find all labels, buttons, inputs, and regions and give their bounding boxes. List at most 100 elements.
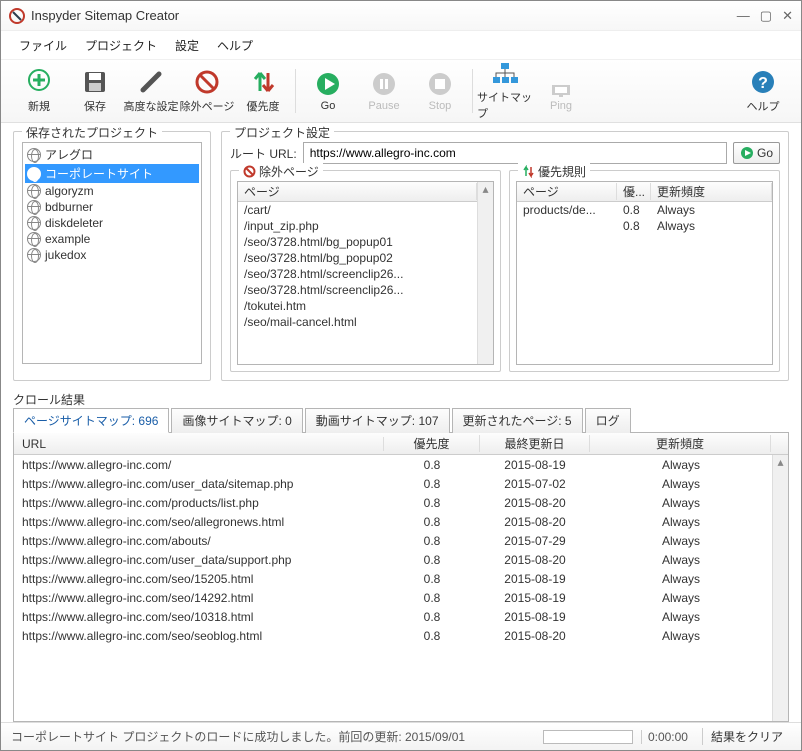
- prio-header-freq[interactable]: 更新頻度: [651, 183, 772, 200]
- table-row[interactable]: https://www.allegro-inc.com/user_data/si…: [14, 474, 772, 493]
- table-row[interactable]: https://www.allegro-inc.com/seo/15205.ht…: [14, 569, 772, 588]
- crawl-tab[interactable]: 更新されたページ: 5: [452, 408, 583, 433]
- app-icon: [9, 8, 25, 24]
- status-message: コーポレートサイト プロジェクトのロードに成功しました。前回の更新: 2015/…: [11, 728, 535, 745]
- new-icon: [25, 68, 53, 96]
- prio-row[interactable]: 0.8Always: [517, 218, 772, 234]
- excl-row[interactable]: /seo/3728.html/screenclip26...: [238, 282, 477, 298]
- table-row[interactable]: https://www.allegro-inc.com/seo/allegron…: [14, 512, 772, 531]
- excl-row[interactable]: /seo/3728.html/screenclip26...: [238, 266, 477, 282]
- crawl-tab[interactable]: ログ: [585, 408, 631, 433]
- priority-small-icon: [522, 165, 535, 178]
- menu-project[interactable]: プロジェクト: [77, 35, 165, 56]
- th-url[interactable]: URL: [14, 437, 384, 451]
- project-tree-item[interactable]: コーポレートサイト: [25, 164, 199, 183]
- table-row[interactable]: https://www.allegro-inc.com/products/lis…: [14, 493, 772, 512]
- excl-row[interactable]: /seo/3728.html/bg_popup02: [238, 250, 477, 266]
- stop-icon: [427, 71, 453, 97]
- proj-legend: プロジェクト設定: [230, 124, 334, 141]
- project-tree-item[interactable]: algoryzm: [25, 183, 199, 199]
- crawl-tab[interactable]: 動画サイトマップ: 107: [305, 408, 450, 433]
- excl-row[interactable]: /input_zip.php: [238, 218, 477, 234]
- excl-row[interactable]: /seo/mail-cancel.html: [238, 314, 477, 330]
- project-tree[interactable]: アレグロコーポレートサイトalgoryzmbdburnerdiskdeleter…: [22, 142, 202, 364]
- prio-header-page[interactable]: ページ: [517, 183, 617, 200]
- table-row[interactable]: https://www.allegro-inc.com/seo/seoblog.…: [14, 626, 772, 645]
- app-window: Inspyder Sitemap Creator — ▢ ✕ ファイル プロジェ…: [0, 0, 802, 751]
- no-entry-icon: [194, 69, 220, 95]
- workarea: 保存されたプロジェクト アレグロコーポレートサイトalgoryzmbdburne…: [1, 123, 801, 722]
- toolbar-sitemap[interactable]: サイトマップ: [477, 63, 533, 119]
- help-icon: ?: [750, 69, 776, 95]
- excl-row[interactable]: /cart/: [238, 202, 477, 218]
- crawl-tabs: ページサイトマップ: 696画像サイトマップ: 0動画サイトマップ: 107更新…: [13, 407, 789, 432]
- separator: [472, 69, 473, 113]
- project-tree-item[interactable]: diskdeleter: [25, 215, 199, 231]
- menu-settings[interactable]: 設定: [167, 35, 207, 56]
- go-button[interactable]: Go: [733, 142, 780, 164]
- table-row[interactable]: https://www.allegro-inc.com/seo/14292.ht…: [14, 588, 772, 607]
- toolbar-adv[interactable]: 高度な設定: [123, 63, 179, 119]
- tree-item-label: example: [45, 232, 90, 246]
- sitemap-icon: [491, 61, 519, 87]
- prio-header-pri[interactable]: 優...: [617, 183, 651, 200]
- th-freq[interactable]: 更新頻度: [590, 435, 771, 452]
- excl-header-page[interactable]: ページ: [238, 183, 477, 200]
- crawl-table[interactable]: URL 優先度 最終更新日 更新頻度 https://www.allegro-i…: [13, 432, 789, 722]
- close-button[interactable]: ✕: [782, 8, 793, 24]
- crawl-group: クロール結果 ページサイトマップ: 696画像サイトマップ: 0動画サイトマップ…: [13, 393, 789, 722]
- project-settings-group: プロジェクト設定 ルート URL: Go 除外ページ ページ: [221, 131, 789, 381]
- toolbar-stop: Stop: [412, 63, 468, 119]
- globe-icon: [27, 216, 41, 230]
- menubar: ファイル プロジェクト 設定 ヘルプ: [1, 31, 801, 59]
- crawl-tab[interactable]: 画像サイトマップ: 0: [171, 408, 302, 433]
- menu-help[interactable]: ヘルプ: [209, 35, 261, 56]
- excl-row[interactable]: /tokutei.htm: [238, 298, 477, 314]
- ping-icon: [548, 71, 574, 97]
- root-url-input[interactable]: [303, 142, 727, 164]
- saved-projects-group: 保存されたプロジェクト アレグロコーポレートサイトalgoryzmbdburne…: [13, 131, 211, 381]
- table-row[interactable]: https://www.allegro-inc.com/0.82015-08-1…: [14, 455, 772, 474]
- excl-row[interactable]: /seo/3728.html/bg_popup01: [238, 234, 477, 250]
- prio-list[interactable]: ページ 優... 更新頻度 products/de...0.8Always0.8…: [516, 181, 773, 365]
- minimize-button[interactable]: —: [737, 8, 750, 24]
- scrollbar[interactable]: ▴: [477, 182, 493, 364]
- prio-panel: 優先規則 ページ 優... 更新頻度 products/de...0.8Alwa…: [509, 170, 780, 372]
- globe-icon: [27, 167, 41, 181]
- table-row[interactable]: https://www.allegro-inc.com/user_data/su…: [14, 550, 772, 569]
- table-row[interactable]: https://www.allegro-inc.com/seo/10318.ht…: [14, 607, 772, 626]
- tree-item-label: jukedox: [45, 248, 86, 262]
- clear-results-button[interactable]: 結果をクリア: [702, 728, 791, 745]
- project-tree-item[interactable]: jukedox: [25, 247, 199, 263]
- table-row[interactable]: https://www.allegro-inc.com/abouts/0.820…: [14, 531, 772, 550]
- excl-panel: 除外ページ ページ /cart//input_zip.php/seo/3728.…: [230, 170, 501, 372]
- toolbar-excl[interactable]: 除外ページ: [179, 63, 235, 119]
- th-mod[interactable]: 最終更新日: [480, 435, 590, 452]
- toolbar-go[interactable]: Go: [300, 63, 356, 119]
- tree-item-label: コーポレートサイト: [45, 165, 153, 182]
- project-tree-item[interactable]: bdburner: [25, 199, 199, 215]
- toolbar-pause: Pause: [356, 63, 412, 119]
- menu-file[interactable]: ファイル: [11, 35, 75, 56]
- toolbar-prio[interactable]: 優先度: [235, 63, 291, 119]
- globe-icon: [27, 200, 41, 214]
- toolbar-help[interactable]: ?ヘルプ: [735, 63, 791, 119]
- play-icon: [315, 71, 341, 97]
- maximize-button[interactable]: ▢: [760, 8, 772, 24]
- excl-list[interactable]: ページ /cart//input_zip.php/seo/3728.html/b…: [237, 181, 494, 365]
- wrench-icon: [137, 68, 165, 96]
- no-entry-small-icon: [243, 165, 256, 178]
- toolbar-save[interactable]: 保存: [67, 63, 123, 119]
- project-tree-item[interactable]: example: [25, 231, 199, 247]
- toolbar-new[interactable]: 新規: [11, 63, 67, 119]
- globe-icon: [27, 232, 41, 246]
- crawl-tab[interactable]: ページサイトマップ: 696: [13, 408, 169, 433]
- priority-icon: [250, 69, 276, 95]
- project-tree-item[interactable]: アレグロ: [25, 145, 199, 164]
- th-pri[interactable]: 優先度: [384, 435, 480, 452]
- scrollbar[interactable]: ▴: [772, 455, 788, 721]
- globe-icon: [27, 148, 41, 162]
- status-time: 0:00:00: [641, 730, 694, 744]
- prio-row[interactable]: products/de...0.8Always: [517, 202, 772, 218]
- separator: [295, 69, 296, 113]
